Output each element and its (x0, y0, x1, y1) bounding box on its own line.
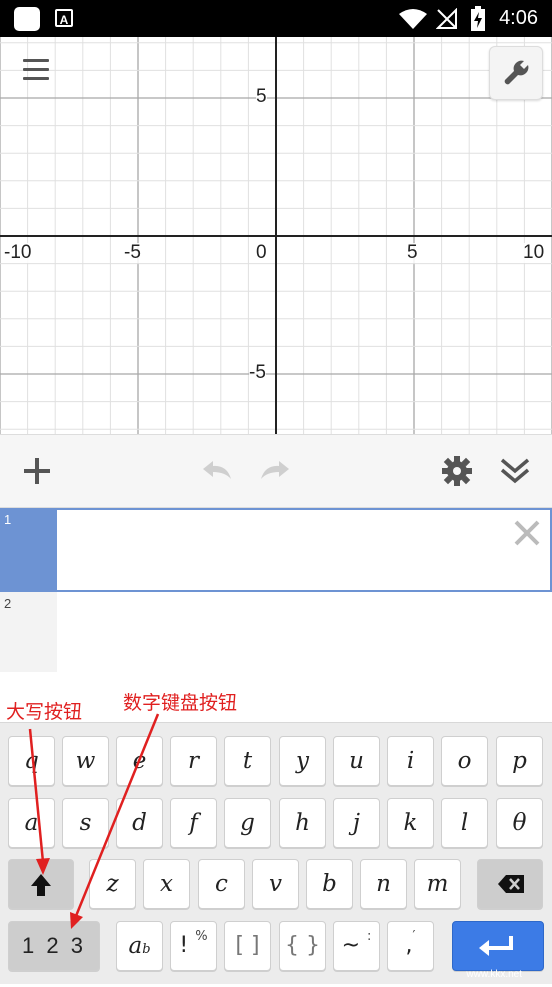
comma-label: , (405, 933, 413, 958)
x-tick-label: -5 (124, 242, 141, 263)
undo-button[interactable] (199, 453, 235, 489)
expression-gutter: 1 (0, 508, 57, 592)
enter-key[interactable] (452, 921, 544, 971)
backspace-icon (498, 875, 524, 893)
brackets-key[interactable]: [ ] (224, 921, 271, 971)
key-t[interactable]: t (224, 736, 271, 786)
enter-arrow-icon (479, 936, 513, 956)
x-tick-label: -10 (4, 242, 32, 263)
key-n[interactable]: n (360, 859, 407, 909)
expression-row[interactable]: 2 (0, 592, 552, 722)
key-theta[interactable]: θ (496, 798, 543, 848)
subscript-key-main: a (128, 933, 143, 959)
numpad-annotation: 数字键盘按钮 (123, 692, 238, 714)
x-tick-label: 5 (407, 242, 418, 263)
key-y[interactable]: y (279, 736, 326, 786)
factorial-percent-key[interactable]: ! % (170, 921, 217, 971)
graph-grid (0, 37, 552, 434)
collapse-chevrons-icon[interactable] (497, 453, 533, 489)
braces-key[interactable]: { } (279, 921, 326, 971)
expression-toolbar (0, 434, 552, 508)
key-u[interactable]: u (333, 736, 380, 786)
key-a[interactable]: a (8, 798, 55, 848)
settings-gear-icon[interactable] (439, 453, 475, 489)
key-h[interactable]: h (279, 798, 326, 848)
key-g[interactable]: g (224, 798, 271, 848)
key-j[interactable]: j (333, 798, 380, 848)
status-bar: A 4:06 (0, 0, 552, 37)
graph-settings-button[interactable] (489, 46, 543, 100)
key-v[interactable]: v (252, 859, 299, 909)
status-time: 4:06 (499, 7, 538, 29)
percent-label: % (195, 929, 208, 944)
key-s[interactable]: s (62, 798, 109, 848)
comma-prime-key[interactable]: ,′ (387, 921, 434, 971)
expression-input[interactable] (57, 508, 552, 592)
x-tick-label: 0 (256, 242, 267, 263)
tilde-label: ~ (341, 933, 361, 958)
delete-expression-icon[interactable] (512, 518, 542, 548)
key-r[interactable]: r (170, 736, 217, 786)
wrench-icon (504, 60, 529, 85)
key-p[interactable]: p (496, 736, 543, 786)
app-notification-icon (14, 7, 40, 31)
key-z[interactable]: z (89, 859, 136, 909)
expression-index: 1 (4, 512, 12, 527)
caps-annotation: 大写按钮 (6, 701, 83, 723)
expression-index: 2 (4, 596, 12, 611)
math-keyboard: q w e r t y u i o p a s d f g h j k l θ … (0, 722, 552, 984)
watermark: www.kkx.net (466, 969, 522, 980)
notification-a-icon: A (55, 9, 73, 27)
shift-arrow-icon (31, 874, 51, 896)
subscript-key[interactable]: ab (116, 921, 163, 971)
battery-charging-icon (471, 6, 485, 31)
expression-row[interactable]: 1 (0, 508, 552, 592)
y-tick-label: 5 (256, 86, 267, 107)
numbers-mode-key[interactable]: 1 2 3 (8, 921, 100, 971)
key-i[interactable]: i (387, 736, 434, 786)
colon-label: : (367, 929, 372, 944)
key-e[interactable]: e (116, 736, 163, 786)
x-tick-label: 10 (523, 242, 545, 263)
subscript-key-sub: b (142, 942, 151, 957)
key-q[interactable]: q (8, 736, 55, 786)
key-w[interactable]: w (62, 736, 109, 786)
key-b[interactable]: b (306, 859, 353, 909)
signal-off-icon (436, 8, 457, 29)
y-tick-label: -5 (249, 362, 266, 383)
menu-button[interactable] (20, 55, 52, 87)
key-o[interactable]: o (441, 736, 488, 786)
key-d[interactable]: d (116, 798, 163, 848)
shift-key[interactable] (8, 859, 74, 909)
prime-label: ′ (412, 929, 416, 944)
key-l[interactable]: l (441, 798, 488, 848)
key-f[interactable]: f (170, 798, 217, 848)
factorial-label: ! (179, 933, 189, 958)
key-m[interactable]: m (414, 859, 461, 909)
key-c[interactable]: c (198, 859, 245, 909)
expression-gutter: 2 (0, 592, 57, 672)
wifi-icon (399, 9, 427, 29)
add-expression-button[interactable] (19, 453, 55, 489)
backspace-key[interactable] (477, 859, 543, 909)
redo-button[interactable] (257, 453, 293, 489)
key-x[interactable]: x (143, 859, 190, 909)
graph-canvas[interactable]: -10 -5 0 5 10 5 -5 (0, 37, 552, 434)
tilde-colon-key[interactable]: ~ : (333, 921, 380, 971)
key-k[interactable]: k (387, 798, 434, 848)
